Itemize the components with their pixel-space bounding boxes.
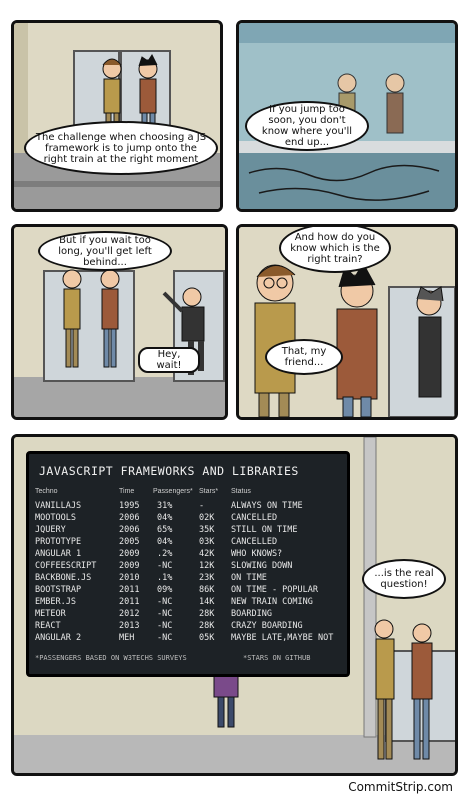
board-cell-status: SLOWING DOWN: [231, 561, 293, 571]
board-row: EMBER.JS 2011 -NC 14K NEW TRAIN COMING: [29, 597, 347, 608]
board-cell-status: ON TIME: [231, 573, 267, 583]
panel-4-speech-bubble-2: That, my friend...: [265, 339, 343, 375]
board-cell-time: 2010: [119, 573, 140, 583]
panel-5: JAVASCRIPT FRAMEWORKS AND LIBRARIES Tech…: [11, 434, 458, 776]
board-row: ANGULAR 2 MEH -NC 05K MAYBE LATE,MAYBE NOT: [29, 633, 347, 644]
departure-board: JAVASCRIPT FRAMEWORKS AND LIBRARIES Tech…: [26, 451, 350, 677]
panel-3-speech-bubble-1: But if you wait too long, you'll get lef…: [38, 231, 172, 271]
panel-1: The challenge when choosing a JS framewo…: [11, 20, 223, 212]
board-cell-stars: 03K: [199, 537, 215, 547]
board-cell-time: 2012: [119, 609, 140, 619]
board-cell-time: 2011: [119, 597, 140, 607]
board-cell-status: STILL ON TIME: [231, 525, 298, 535]
board-cell-passengers: 65%: [157, 525, 173, 535]
header-status: Status: [231, 488, 251, 495]
header-stars: Stars*: [199, 488, 219, 495]
panel-4-speech-bubble-1: And how do you know which is the right t…: [279, 227, 391, 273]
panel-3-speech-bubble-2: Hey, wait!: [138, 347, 200, 373]
board-cell-passengers: 04%: [157, 513, 173, 523]
board-cell-status: CRAZY BOARDING: [231, 621, 303, 631]
board-cell-techno: ANGULAR 1: [35, 549, 82, 559]
board-cell-techno: METEOR: [35, 609, 66, 619]
board-cell-stars: 05K: [199, 633, 215, 643]
panel-1-scene: [14, 23, 220, 209]
board-cell-stars: 42K: [199, 549, 215, 559]
board-cell-stars: 23K: [199, 573, 215, 583]
board-cell-time: 2009: [119, 561, 140, 571]
board-cell-time: 2011: [119, 585, 140, 595]
board-cell-passengers: -NC: [157, 621, 173, 631]
board-cell-stars: 14K: [199, 597, 215, 607]
panel-1-speech-bubble: The challenge when choosing a JS framewo…: [24, 121, 218, 175]
board-cell-status: ON TIME - POPULAR: [231, 585, 318, 595]
board-cell-passengers: -NC: [157, 597, 173, 607]
panel-2-speech-bubble: If you jump too soon, you don't know whe…: [245, 101, 369, 151]
board-cell-passengers: 09%: [157, 585, 173, 595]
board-row: METEOR 2012 -NC 28K BOARDING: [29, 609, 347, 620]
board-cell-status: NEW TRAIN COMING: [231, 597, 313, 607]
board-cell-passengers: -NC: [157, 561, 173, 571]
board-row: REACT 2013 -NC 28K CRAZY BOARDING: [29, 621, 347, 632]
board-cell-techno: BOOTSTRAP: [35, 585, 82, 595]
board-cell-stars: 35K: [199, 525, 215, 535]
board-cell-techno: PROTOTYPE: [35, 537, 82, 547]
board-cell-techno: VANILLAJS: [35, 501, 82, 511]
board-cell-passengers: -NC: [157, 609, 173, 619]
panel-5-speech-bubble: ...is the real question!: [362, 559, 446, 599]
board-row: BOOTSTRAP 2011 09% 86K ON TIME - POPULAR: [29, 585, 347, 596]
board-cell-stars: 86K: [199, 585, 215, 595]
board-cell-techno: MOOTOOLS: [35, 513, 76, 523]
board-row: ANGULAR 1 2009 .2% 42K WHO KNOWS?: [29, 549, 347, 560]
board-cell-techno: EMBER.JS: [35, 597, 76, 607]
board-row: MOOTOOLS 2006 04% 02K CANCELLED: [29, 513, 347, 524]
board-cell-passengers: .2%: [157, 549, 173, 559]
board-title: JAVASCRIPT FRAMEWORKS AND LIBRARIES: [39, 464, 299, 478]
board-cell-time: 1995: [119, 501, 140, 511]
board-cell-techno: JQUERY: [35, 525, 66, 535]
board-cell-time: 2009: [119, 549, 140, 559]
header-techno: Techno: [35, 488, 58, 495]
panel-2: If you jump too soon, you don't know whe…: [236, 20, 458, 212]
panel-3: But if you wait too long, you'll get lef…: [11, 224, 228, 420]
board-cell-passengers: 04%: [157, 537, 173, 547]
board-cell-stars: 02K: [199, 513, 215, 523]
board-row: VANILLAJS 1995 31% - ALWAYS ON TIME: [29, 501, 347, 512]
footnote-stars: *STARS ON GITHUB: [243, 654, 311, 662]
credit-text: CommitStrip.com: [348, 780, 453, 794]
board-cell-stars: 28K: [199, 621, 215, 631]
board-row: BACKBONE.JS 2010 .1% 23K ON TIME: [29, 573, 347, 584]
board-cell-techno: COFFEESCRIPT: [35, 561, 97, 571]
board-cell-techno: ANGULAR 2: [35, 633, 82, 643]
footnote-passengers: *PASSENGERS BASED ON W3TECHS SURVEYS: [35, 654, 187, 662]
board-cell-time: 2005: [119, 537, 140, 547]
board-cell-time: 2006: [119, 525, 140, 535]
board-header-row: Techno Time Passengers* Stars* Status: [29, 488, 347, 499]
board-cell-status: CANCELLED: [231, 513, 278, 523]
board-cell-stars: 28K: [199, 609, 215, 619]
board-cell-time: MEH: [119, 633, 135, 643]
board-cell-passengers: .1%: [157, 573, 173, 583]
board-row: PROTOTYPE 2005 04% 03K CANCELLED: [29, 537, 347, 548]
board-row: COFFEESCRIPT 2009 -NC 12K SLOWING DOWN: [29, 561, 347, 572]
board-cell-stars: 12K: [199, 561, 215, 571]
board-cell-stars: -: [199, 501, 205, 511]
board-cell-status: BOARDING: [231, 609, 272, 619]
header-passengers: Passengers*: [153, 488, 193, 495]
board-cell-time: 2006: [119, 513, 140, 523]
panel-4: And how do you know which is the right t…: [236, 224, 458, 420]
board-cell-status: ALWAYS ON TIME: [231, 501, 303, 511]
board-cell-techno: REACT: [35, 621, 61, 631]
board-cell-passengers: -NC: [157, 633, 173, 643]
board-cell-time: 2013: [119, 621, 140, 631]
board-cell-status: WHO KNOWS?: [231, 549, 283, 559]
board-cell-status: CANCELLED: [231, 537, 278, 547]
board-cell-techno: BACKBONE.JS: [35, 573, 92, 583]
header-time: Time: [119, 488, 135, 495]
board-row: JQUERY 2006 65% 35K STILL ON TIME: [29, 525, 347, 536]
board-cell-passengers: 31%: [157, 501, 173, 511]
board-cell-status: MAYBE LATE,MAYBE NOT: [231, 633, 334, 643]
